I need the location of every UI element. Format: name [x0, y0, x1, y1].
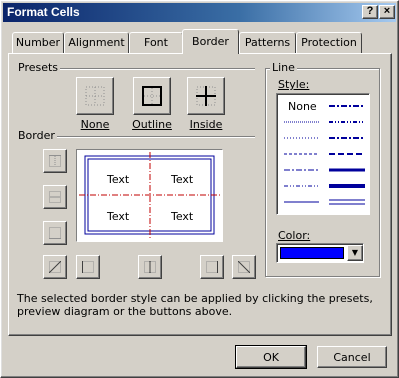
presets-heading: Presets: [16, 61, 61, 74]
tab-protection[interactable]: Protection: [296, 32, 362, 53]
preview-cell-text: Text: [171, 173, 194, 186]
border-separator: [53, 136, 255, 138]
preset-outline-label: Outline: [132, 118, 172, 131]
tab-patterns[interactable]: Patterns: [239, 32, 296, 53]
line-style-swatches: [284, 105, 365, 205]
preset-none-button[interactable]: [76, 77, 114, 115]
preset-inside-label: Inside: [189, 118, 223, 131]
help-button[interactable]: ?: [362, 5, 378, 19]
preview-cell-text: Text: [107, 210, 130, 223]
border-horizontal-icon: [49, 191, 61, 203]
preset-none-icon: [85, 86, 105, 106]
border-top-button[interactable]: [43, 149, 67, 173]
preset-outline-icon: [142, 86, 162, 106]
border-preview-diagram: [79, 152, 220, 239]
format-cells-dialog: Format Cells ? × Number Alignment Font B…: [0, 0, 399, 378]
diagonal-down-icon: [238, 261, 250, 273]
preset-outline-button[interactable]: [133, 77, 171, 115]
border-vertical-icon: [144, 261, 156, 273]
preview-cell-text: Text: [107, 173, 130, 186]
tab-alignment[interactable]: Alignment: [64, 32, 129, 53]
border-middle-vertical-button[interactable]: [138, 255, 162, 279]
border-heading: Border: [16, 129, 57, 142]
line-style-list[interactable]: None: [276, 93, 370, 215]
diagonal-up-icon: [49, 261, 61, 273]
line-heading: Line: [270, 61, 297, 74]
tab-font[interactable]: Font: [129, 32, 183, 53]
ok-button[interactable]: OK: [235, 345, 307, 369]
presets-separator: [57, 68, 255, 70]
preset-none-label: None: [80, 118, 110, 131]
cancel-button[interactable]: Cancel: [317, 346, 387, 368]
tab-number[interactable]: Number: [12, 32, 64, 53]
border-right-icon: [206, 261, 218, 273]
preview-cell-text: Text: [171, 210, 194, 223]
border-top-icon: [49, 155, 61, 167]
close-button[interactable]: ×: [379, 5, 395, 19]
tab-border[interactable]: Border: [182, 29, 239, 54]
border-left-icon: [82, 261, 94, 273]
preset-inside-icon: [196, 86, 216, 106]
dialog-title: Format Cells: [7, 5, 80, 19]
preset-inside-button[interactable]: [187, 77, 225, 115]
title-bar: Format Cells: [3, 3, 396, 22]
style-label: Style:: [276, 78, 312, 91]
info-text: The selected border style can be applied…: [17, 292, 373, 318]
border-middle-horizontal-button[interactable]: [43, 185, 67, 209]
chevron-down-icon: ▼: [351, 248, 359, 257]
border-bottom-icon: [49, 227, 61, 239]
border-diagonal-up-button[interactable]: [43, 255, 67, 279]
border-bottom-button[interactable]: [43, 221, 67, 245]
color-dropdown-button[interactable]: ▼: [347, 245, 363, 261]
border-right-button[interactable]: [200, 255, 224, 279]
color-label: Color:: [276, 229, 313, 242]
border-left-button[interactable]: [76, 255, 100, 279]
border-preview[interactable]: Text Text Text Text: [76, 149, 223, 242]
border-diagonal-down-button[interactable]: [232, 255, 256, 279]
color-swatch: [280, 247, 344, 259]
